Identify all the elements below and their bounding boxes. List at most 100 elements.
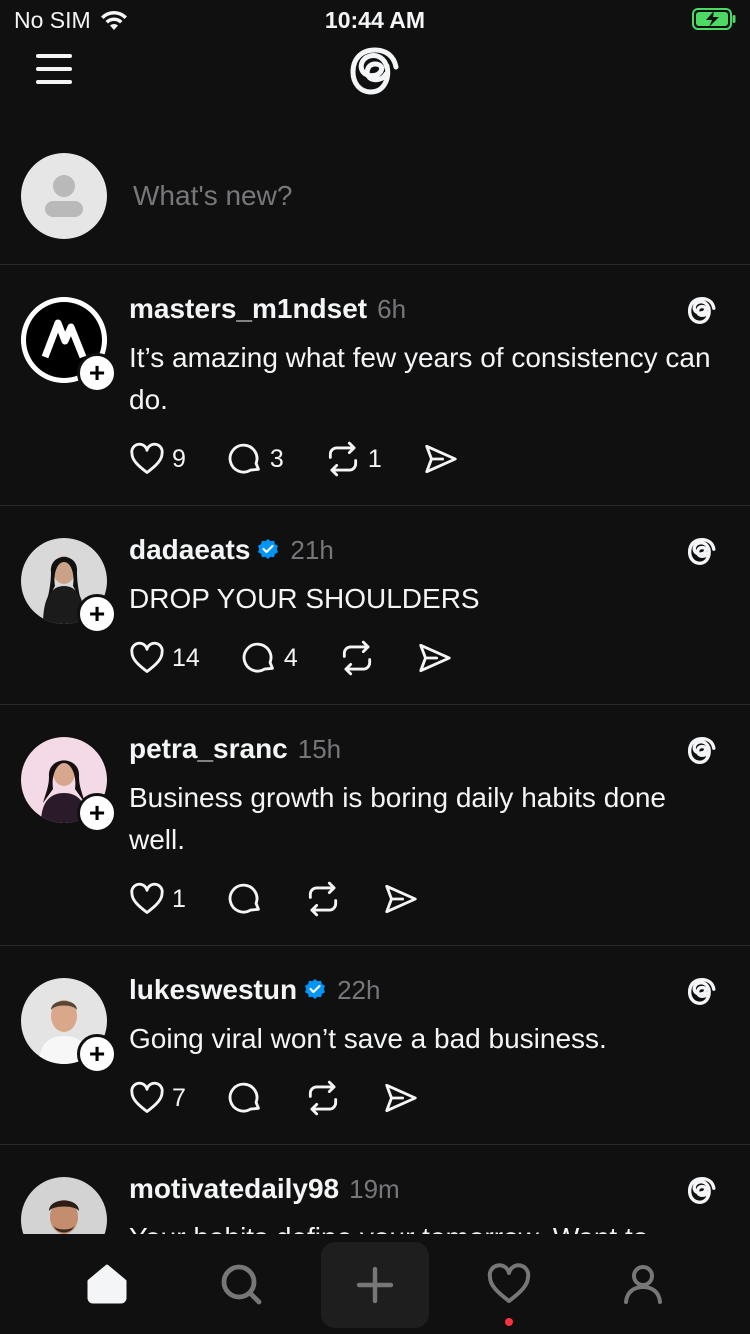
threads-logo-icon[interactable] [684,974,720,1010]
post-header: lukeswestun 22h [129,974,380,1006]
heart-icon [130,882,164,914]
comment-icon [228,883,260,914]
heart-icon [130,1081,164,1113]
post-time: 6h [377,293,407,324]
tab-home[interactable] [40,1234,174,1334]
like-button[interactable]: 9 [128,440,186,478]
composer-input[interactable]: What's new? [133,180,292,212]
username[interactable]: masters_m1ndset [129,293,367,325]
follow-button[interactable]: + [77,594,117,634]
like-button[interactable]: 7 [128,1079,186,1117]
post-header: masters_m1ndset 6h [129,293,406,325]
profile-icon [624,1265,662,1304]
username[interactable]: motivatedaily98 [129,1173,339,1205]
author-avatar[interactable]: + [21,737,117,833]
post-time: 19m [349,1173,400,1204]
reply-button[interactable]: 3 [226,440,284,478]
post-actions: 7 [128,1079,460,1117]
threads-logo-icon[interactable] [343,40,407,104]
like-button[interactable]: 1 [128,880,186,918]
profile-photo [21,1177,107,1235]
heart-icon [130,641,164,673]
bottom-tab-bar [0,1234,750,1334]
share-icon [425,444,457,474]
plus-icon [356,1266,394,1304]
home-icon [87,1264,127,1304]
post-actions: 14 4 [128,639,494,677]
share-icon [385,884,417,914]
repost-button[interactable] [304,1079,342,1117]
battery-charging-icon [692,8,736,30]
status-bar: No SIM 10:44 AM [0,0,750,40]
repost-icon [308,881,337,917]
author-avatar[interactable]: + [21,538,117,634]
share-icon [385,1083,417,1113]
repost-button[interactable] [304,880,342,918]
heart-icon [130,442,164,474]
post-actions: 9 3 1 [128,440,500,478]
share-button[interactable] [416,639,454,677]
repost-count: 1 [367,444,382,473]
like-button[interactable]: 14 [128,639,200,677]
post-text: Going viral won’t save a bad business. [129,1023,607,1054]
like-count: 9 [172,444,186,473]
username[interactable]: petra_sranc [129,733,288,765]
post-text: Business growth is boring daily habits d… [129,782,666,855]
post-text: DROP YOUR SHOULDERS [129,583,480,614]
reply-button[interactable]: 4 [240,639,298,677]
username[interactable]: lukeswestun [129,974,297,1006]
share-icon [419,643,451,673]
post: + petra_sranc 15h Business growth is bor… [0,705,750,946]
notification-dot [505,1318,513,1326]
search-icon [221,1264,262,1305]
reply-button[interactable] [226,1079,264,1117]
verified-icon [258,539,279,559]
post: + dadaeats 21h DROP YOUR SHOULDERS 14 4 [0,506,750,705]
share-button[interactable] [382,1079,420,1117]
post-text: It’s amazing what few years of consisten… [129,342,711,415]
follow-button[interactable]: + [77,793,117,833]
heart-icon [487,1263,531,1303]
verified-icon [305,979,326,999]
threads-logo-icon[interactable] [684,534,720,570]
reply-count: 3 [269,444,284,473]
default-avatar-icon [45,175,83,217]
threads-logo-icon[interactable] [684,733,720,769]
post-text: Your habits define your tomorrow. Want t… [129,1217,729,1235]
comment-icon [228,443,260,474]
post-time: 21h [290,534,334,565]
post: + masters_m1ndset 6h It’s amazing what f… [0,265,750,506]
new-post-composer[interactable]: What's new? [0,152,750,265]
follow-button[interactable]: + [77,353,117,393]
repost-icon [342,640,371,676]
comment-icon [228,1082,260,1113]
repost-button[interactable] [338,639,376,677]
repost-button[interactable]: 1 [324,440,382,478]
post: + lukeswestun 22h Going viral won’t save… [0,946,750,1145]
menu-icon[interactable] [36,54,76,84]
reply-button[interactable] [226,880,264,918]
threads-logo-icon[interactable] [684,1173,720,1209]
threads-logo-icon[interactable] [684,293,720,329]
post: motivatedaily98 19m Your habits define y… [0,1145,750,1235]
like-count: 1 [172,884,186,913]
author-avatar[interactable]: + [21,297,117,393]
tab-create[interactable] [321,1242,429,1328]
share-button[interactable] [422,440,460,478]
tab-profile[interactable] [576,1234,710,1334]
post-header: dadaeats 21h [129,534,334,566]
author-avatar[interactable] [21,1177,107,1235]
reply-count: 4 [283,643,298,672]
tab-search[interactable] [174,1234,308,1334]
author-avatar[interactable]: + [21,978,117,1074]
username[interactable]: dadaeats [129,534,250,566]
post-actions: 1 [128,880,460,918]
post-time: 22h [337,974,381,1005]
share-button[interactable] [382,880,420,918]
clock: 10:44 AM [324,7,426,33]
top-header [0,40,750,110]
repost-icon [308,1080,337,1116]
repost-icon [328,441,357,477]
follow-button[interactable]: + [77,1034,117,1074]
like-count: 14 [172,643,200,672]
